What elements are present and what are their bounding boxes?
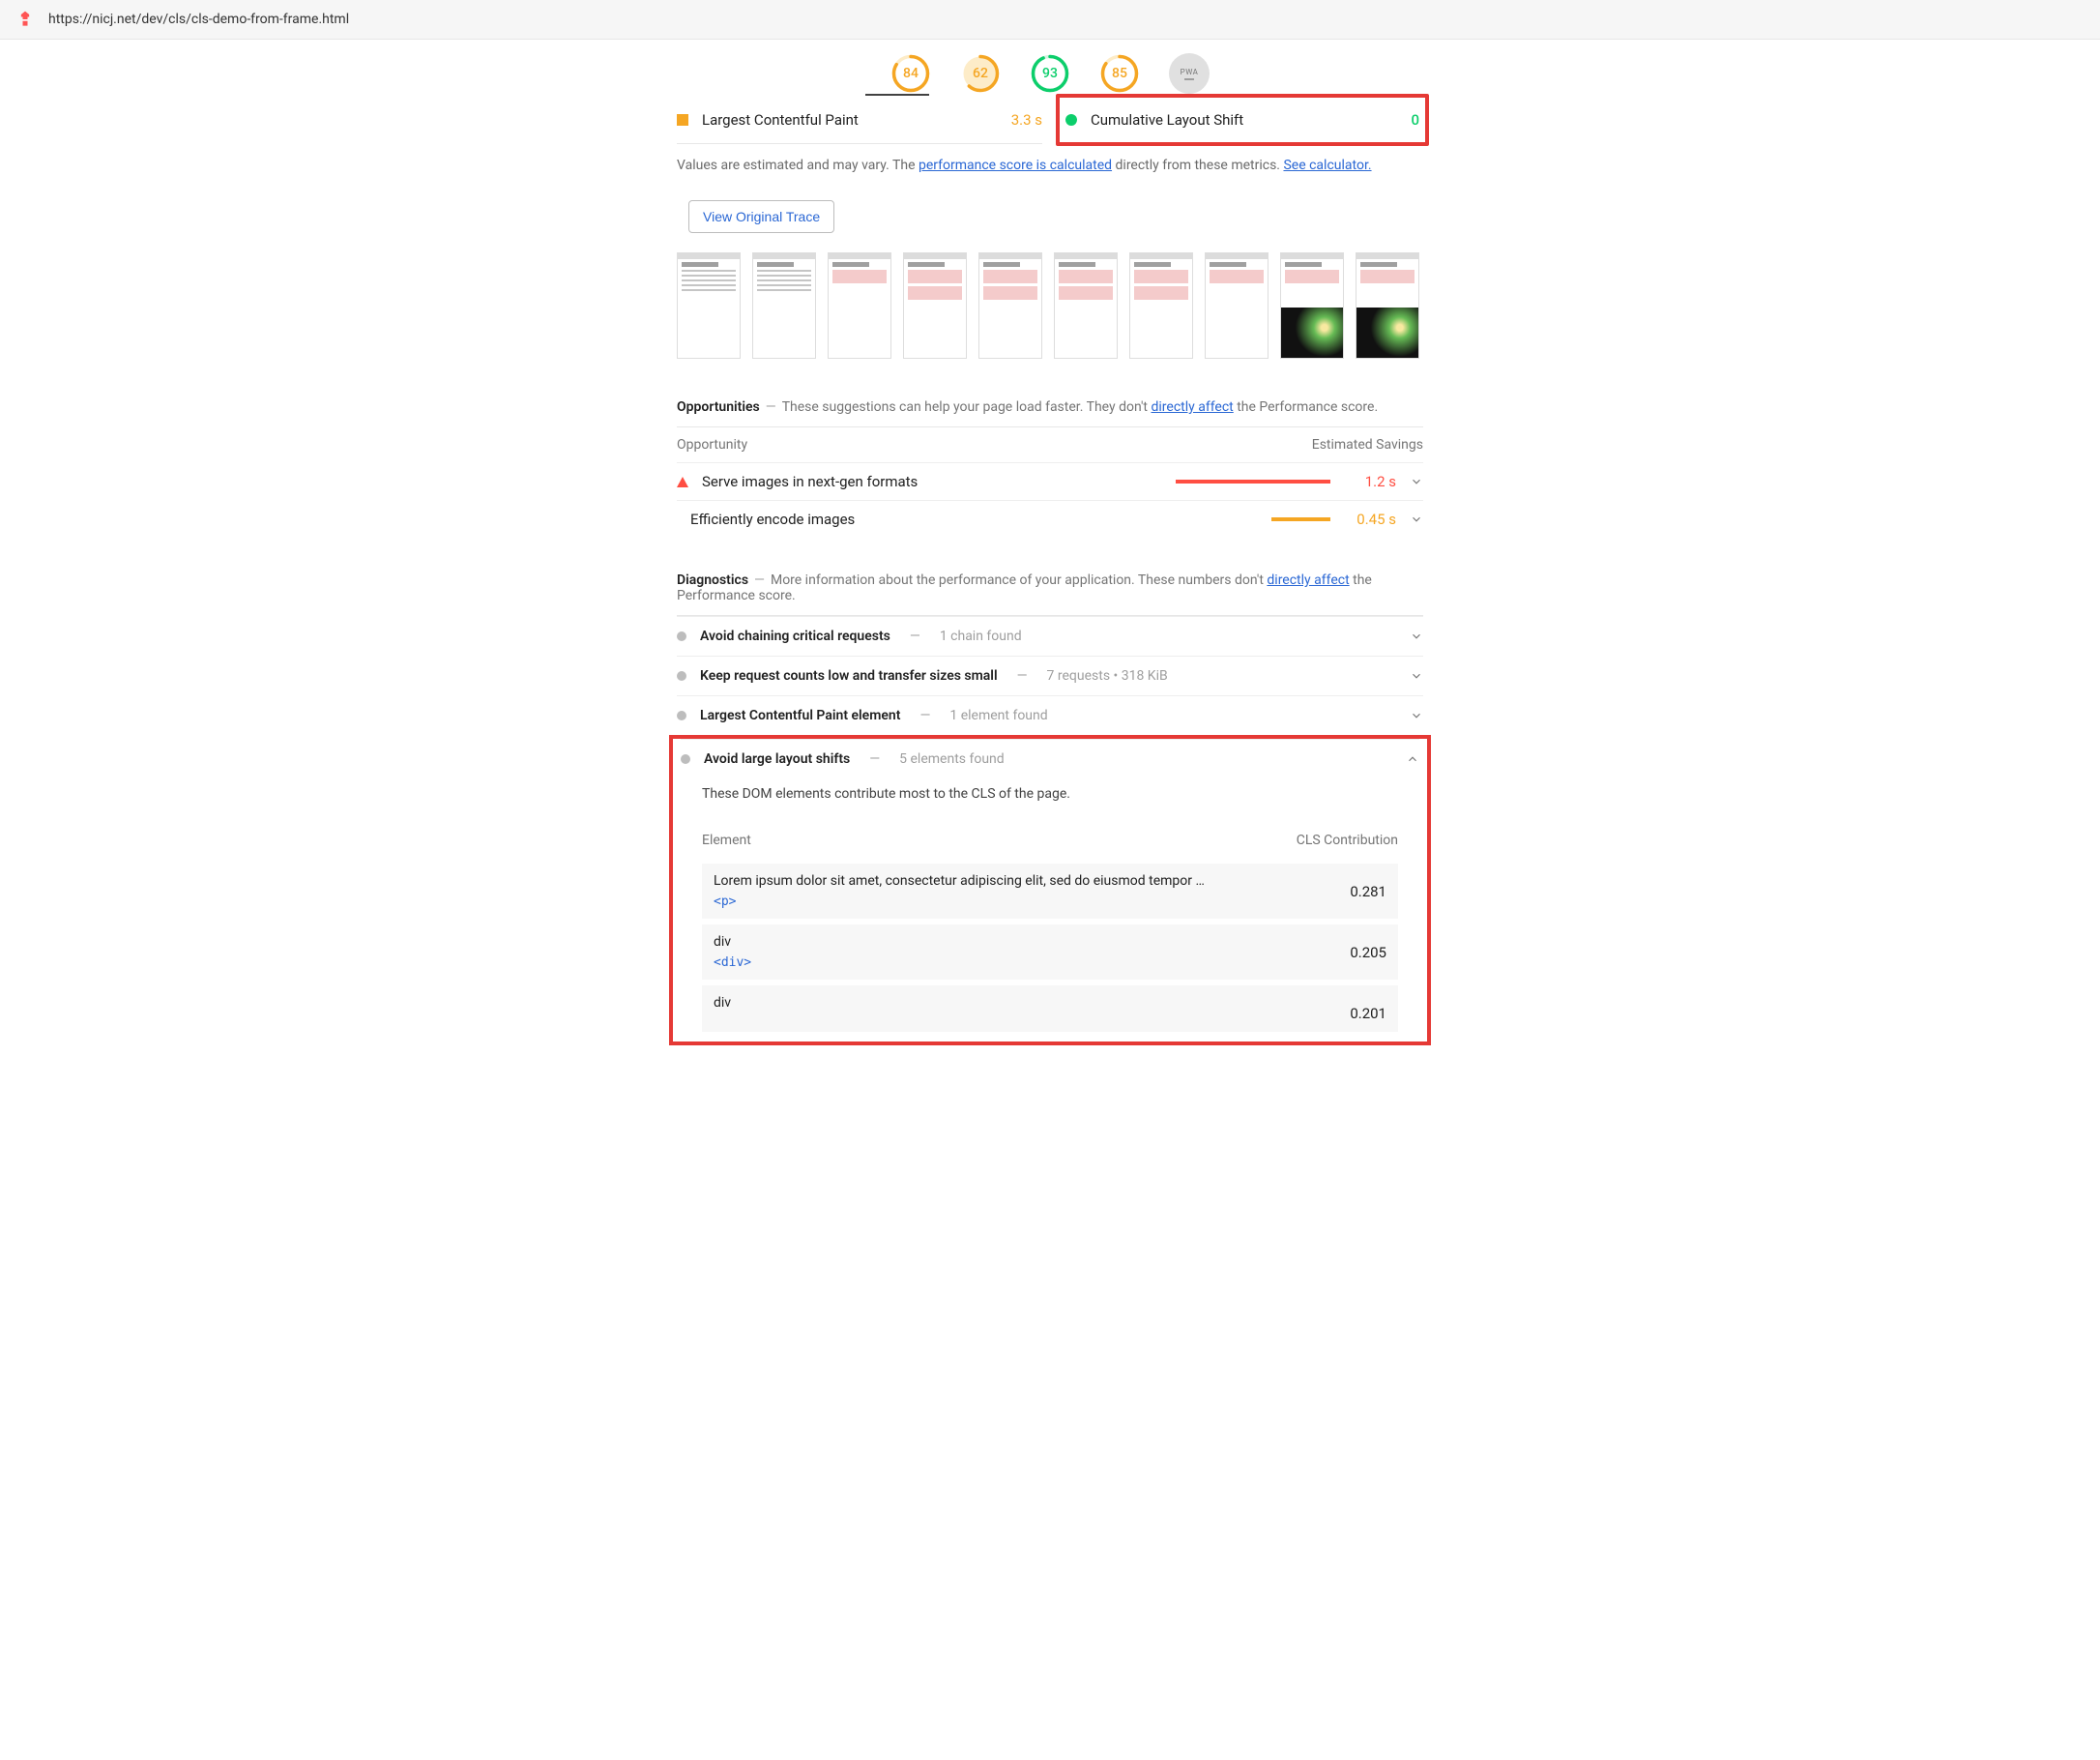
savings-bar [1176,480,1330,484]
filmstrip-frame[interactable] [677,252,741,359]
chevron-down-icon [1410,669,1423,683]
gray-dot-icon [677,711,686,720]
header-bar: https://nicj.net/dev/cls/cls-demo-from-f… [0,0,2100,40]
element-text: div [714,934,1350,950]
diagnostic-row[interactable]: Largest Contentful Paint element—1 eleme… [677,695,1423,735]
diagnostics-header: Diagnostics—More information about the p… [677,538,1423,616]
active-gauge-underline [865,94,929,96]
opportunity-label: Efficiently encode images [690,511,1162,528]
gauge-3[interactable]: 93 [1030,53,1070,94]
diagnostic-label: Largest Contentful Paint element [700,708,900,723]
diagnostic-row[interactable]: Avoid chaining critical requests—1 chain… [677,616,1423,656]
view-original-trace-button[interactable]: View Original Trace [688,200,834,233]
dash-icon [1184,78,1194,80]
element-text: Lorem ipsum dolor sit amet, consectetur … [714,873,1350,889]
opportunity-row[interactable]: Serve images in next-gen formats 1.2 s [677,462,1423,500]
chevron-down-icon [1410,630,1423,643]
element-code: <p> [714,895,1350,909]
gauge-4[interactable]: 85 [1099,53,1140,94]
chevron-down-icon [1410,513,1423,526]
circle-icon [1065,114,1077,126]
filmstrip-frame[interactable] [1356,252,1419,359]
cls-value: 0.205 [1350,934,1386,961]
cls-element-row: div0.201 [702,985,1398,1032]
cls-value: 0.281 [1350,873,1386,900]
filmstrip-frame[interactable] [752,252,816,359]
savings-bar [1176,517,1330,521]
gray-dot-icon [681,754,690,764]
diagnostic-row-expanded[interactable]: Avoid large layout shifts — 5 elements f… [681,739,1419,778]
savings-value: 1.2 s [1344,473,1396,490]
filmstrip-frame[interactable] [903,252,967,359]
filmstrip-frame[interactable] [1054,252,1118,359]
chevron-down-icon [1410,709,1423,722]
cls-element-row: div <div>0.205 [702,924,1398,980]
filmstrip-frame[interactable] [1129,252,1193,359]
opportunity-label: Serve images in next-gen formats [702,473,1162,490]
opportunity-row[interactable]: Efficiently encode images 0.45 s [677,500,1423,538]
link-directly-affect-1[interactable]: directly affect [1151,399,1233,415]
cls-element-row: Lorem ipsum dolor sit amet, consectetur … [702,864,1398,919]
link-directly-affect-2[interactable]: directly affect [1267,572,1349,588]
lighthouse-logo-icon [15,10,35,29]
filmstrip-frame[interactable] [1280,252,1344,359]
filmstrip [677,247,1423,382]
diagnostic-label: Keep request counts low and transfer siz… [700,668,998,684]
link-score-calc[interactable]: performance score is calculated [919,158,1112,173]
metric-row: Largest Contentful Paint 3.3 s Cumulativ… [677,96,1423,144]
gray-dot-icon [677,631,686,641]
gauge-pwa[interactable]: PWA [1169,53,1210,94]
filmstrip-frame[interactable] [828,252,891,359]
opportunities-columns: Opportunity Estimated Savings [677,427,1423,462]
diagnostic-row[interactable]: Keep request counts low and transfer siz… [677,656,1423,695]
element-text: div [714,995,1350,1011]
highlight-cls: Cumulative Layout Shift 0 [1056,94,1429,146]
expanded-content: These DOM elements contribute most to th… [681,778,1419,1032]
filmstrip-frame[interactable] [1205,252,1269,359]
opportunities-header: Opportunities—These suggestions can help… [677,382,1423,427]
diagnostic-sub: 7 requests • 318 KiB [1047,668,1168,684]
element-code: <div> [714,955,1350,970]
chevron-up-icon [1406,752,1419,766]
diagnostic-label: Avoid chaining critical requests [700,629,890,644]
diagnostic-sub: 1 element found [949,708,1047,723]
square-icon [677,114,688,126]
gauge-2[interactable]: 62 [960,53,1001,94]
calculation-note: Values are estimated and may vary. The p… [677,144,1423,187]
gray-dot-icon [677,671,686,681]
highlight-layout-shifts: Avoid large layout shifts — 5 elements f… [669,735,1431,1045]
triangle-icon [677,477,688,487]
savings-value: 0.45 s [1344,511,1396,528]
metric-cls: Cumulative Layout Shift 0 [1060,98,1425,142]
page-url: https://nicj.net/dev/cls/cls-demo-from-f… [48,12,349,27]
diagnostic-sub: 1 chain found [940,629,1022,644]
cls-value: 0.201 [1350,995,1386,1022]
gauge-performance[interactable]: 84 [890,53,931,94]
chevron-down-icon [1410,475,1423,488]
metric-lcp: Largest Contentful Paint 3.3 s [677,96,1042,144]
filmstrip-frame[interactable] [978,252,1042,359]
link-see-calculator[interactable]: See calculator. [1283,158,1371,173]
